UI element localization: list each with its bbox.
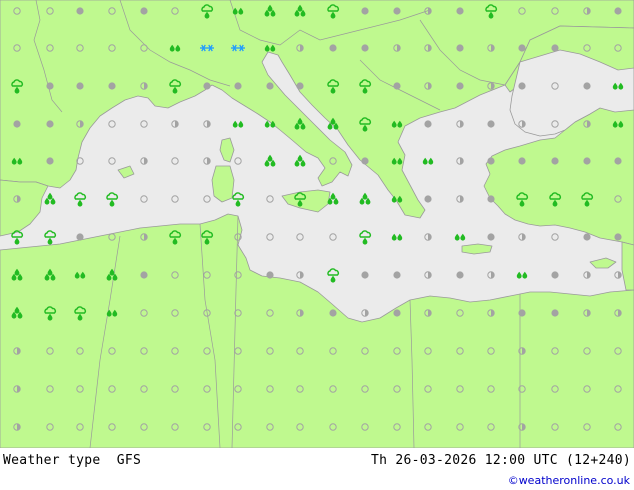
weather-symbol-cloudy bbox=[46, 120, 54, 128]
weather-symbol-cloudy bbox=[518, 157, 526, 165]
weather-symbol-cloudy bbox=[614, 7, 622, 15]
weather-symbol-cloudy bbox=[76, 233, 84, 241]
weather-symbol-cloudy bbox=[393, 82, 401, 90]
weather-symbol-cloudy bbox=[13, 120, 21, 128]
weather-symbol-cloudy bbox=[361, 271, 369, 279]
weather-symbol-cloudy bbox=[393, 7, 401, 15]
map-footer: Weather type GFS Th 26-03-2026 12:00 UTC… bbox=[0, 448, 634, 490]
weather-symbol-cloudy bbox=[393, 271, 401, 279]
weather-symbol-cloudy bbox=[487, 120, 495, 128]
weather-symbol-cloudy bbox=[76, 7, 84, 15]
weather-symbol-cloudy bbox=[108, 82, 116, 90]
weather-symbol-cloudy bbox=[487, 157, 495, 165]
weather-symbol-cloudy bbox=[456, 82, 464, 90]
weather-symbol-cloudy bbox=[46, 82, 54, 90]
weather-symbol-cloudy bbox=[551, 309, 559, 317]
weather-symbol-cloudy bbox=[361, 44, 369, 52]
weather-symbol-cloudy bbox=[551, 271, 559, 279]
map-type-label: Weather type GFS bbox=[3, 453, 142, 468]
weather-map bbox=[0, 0, 634, 449]
weather-symbol-cloudy bbox=[329, 309, 337, 317]
weather-symbol-cloudy bbox=[46, 157, 54, 165]
weather-symbol-cloudy bbox=[583, 233, 591, 241]
weather-symbol-cloudy bbox=[296, 82, 304, 90]
map-canvas bbox=[0, 0, 634, 449]
weather-symbol-cloudy bbox=[76, 82, 84, 90]
weather-symbol-cloudy bbox=[424, 195, 432, 203]
weather-symbol-cloudy bbox=[266, 271, 274, 279]
weather-symbol-cloudy bbox=[518, 82, 526, 90]
weather-symbol-cloudy bbox=[393, 309, 401, 317]
weather-symbol-cloudy bbox=[583, 157, 591, 165]
weather-symbol-cloudy bbox=[329, 44, 337, 52]
weather-symbol-cloudy bbox=[456, 271, 464, 279]
weather-symbol-cloudy bbox=[424, 120, 432, 128]
weather-symbol-cloudy bbox=[203, 82, 211, 90]
weather-symbol-cloudy bbox=[456, 7, 464, 15]
weather-symbol-cloudy bbox=[614, 233, 622, 241]
weather-symbol-cloudy bbox=[234, 82, 242, 90]
weather-symbol-cloudy bbox=[551, 44, 559, 52]
weather-symbol-cloudy bbox=[361, 157, 369, 165]
weather-symbol-cloudy bbox=[551, 157, 559, 165]
land-crete bbox=[461, 243, 493, 255]
weather-symbol-cloudy bbox=[518, 44, 526, 52]
weather-symbol-cloudy bbox=[266, 82, 274, 90]
weather-symbol-cloudy bbox=[487, 233, 495, 241]
credit-link[interactable]: ©weatheronline.co.uk bbox=[508, 474, 630, 487]
weather-symbol-cloudy bbox=[518, 309, 526, 317]
forecast-time-label: Th 26-03-2026 12:00 UTC (12+240) bbox=[370, 453, 631, 468]
weather-symbol-cloudy bbox=[140, 7, 148, 15]
weather-symbol-cloudy bbox=[583, 82, 591, 90]
weather-symbol-cloudy bbox=[361, 7, 369, 15]
weather-symbol-cloudy bbox=[456, 44, 464, 52]
land-sardinia bbox=[211, 165, 235, 203]
weather-symbol-cloudy bbox=[487, 195, 495, 203]
weather-symbol-cloudy bbox=[140, 271, 148, 279]
weather-symbol-cloudy bbox=[614, 157, 622, 165]
